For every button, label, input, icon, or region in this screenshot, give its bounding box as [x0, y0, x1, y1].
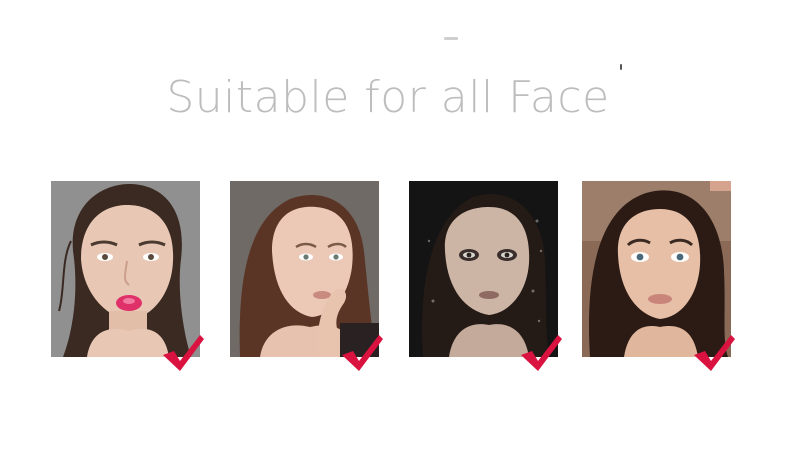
portrait-image	[230, 181, 379, 357]
check-mark-icon	[339, 333, 383, 373]
decorative-speck	[620, 64, 622, 70]
portrait-image	[582, 181, 731, 357]
face-photo-3	[409, 181, 562, 371]
check-mark-icon	[691, 333, 735, 373]
headline: Suitable for all Face	[166, 72, 610, 123]
decorative-speck	[444, 37, 458, 40]
portrait-image	[51, 181, 200, 357]
face-photo-4	[582, 181, 735, 371]
face-photo-2	[230, 181, 383, 371]
product-image-panel: Suitable for all Face	[0, 0, 790, 468]
portrait-image	[409, 181, 558, 357]
face-photo-1	[51, 181, 204, 371]
check-mark-icon	[518, 333, 562, 373]
check-mark-icon	[160, 333, 204, 373]
